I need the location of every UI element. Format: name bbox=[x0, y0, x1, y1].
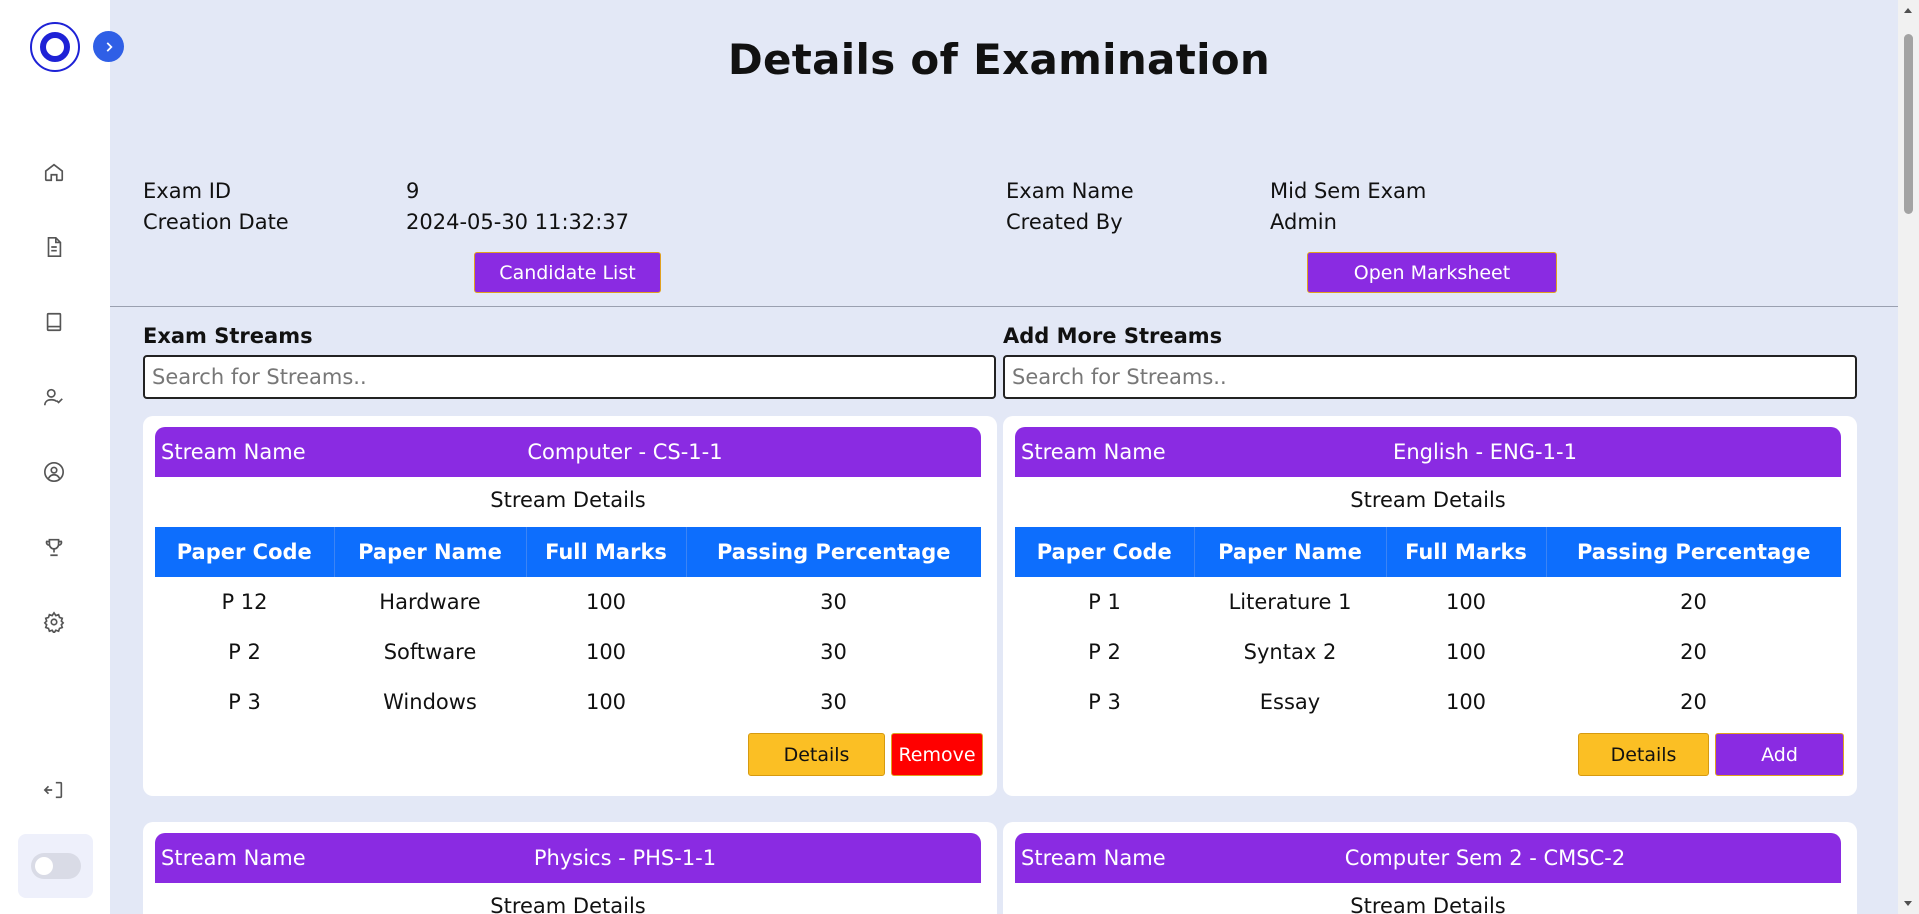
scroll-down-arrow[interactable] bbox=[1904, 901, 1912, 906]
cell: 100 bbox=[1445, 640, 1487, 664]
col-full-marks: Full Marks bbox=[526, 527, 687, 577]
col-paper-code: Paper Code bbox=[1015, 527, 1195, 577]
stream-header: Stream Name Computer Sem 2 - CMSC-2 bbox=[1015, 833, 1841, 883]
table-row: P 3 Windows 100 30 bbox=[155, 677, 981, 727]
details-button[interactable]: Details bbox=[748, 733, 885, 776]
cell: P 2 bbox=[1088, 640, 1121, 664]
theme-toggle[interactable] bbox=[30, 853, 81, 879]
cell: P 12 bbox=[221, 590, 268, 614]
main-content: Details of Examination Exam ID 9 Creatio… bbox=[110, 0, 1898, 914]
exam-name-label: Exam Name bbox=[1006, 179, 1134, 203]
add-streams-search-input[interactable]: Search for Streams.. bbox=[1003, 355, 1857, 399]
remove-button[interactable]: Remove bbox=[891, 733, 983, 776]
book-icon[interactable] bbox=[40, 308, 68, 336]
creation-date-value: 2024-05-30 11:32:37 bbox=[406, 210, 630, 234]
exam-streams-title: Exam Streams bbox=[143, 324, 313, 348]
cell: P 3 bbox=[1088, 690, 1121, 714]
chevron-right-icon bbox=[106, 41, 113, 52]
stream-details-title: Stream Details bbox=[1350, 488, 1506, 512]
home-icon[interactable] bbox=[40, 158, 68, 186]
sidebar bbox=[0, 0, 110, 914]
stream-name-value: Physics - PHS-1-1 bbox=[533, 846, 717, 870]
table-row: P 2 Software 100 30 bbox=[155, 627, 981, 677]
stream-header: Stream Name Computer - CS-1-1 bbox=[155, 427, 981, 477]
cell: 100 bbox=[585, 590, 627, 614]
cell: P 3 bbox=[228, 690, 261, 714]
papers-table: Paper Code Paper Name Full Marks Passing… bbox=[1015, 527, 1841, 727]
col-full-marks: Full Marks bbox=[1386, 527, 1547, 577]
exam-id-label: Exam ID bbox=[143, 179, 232, 203]
cell: 20 bbox=[1680, 590, 1707, 614]
logout-icon[interactable] bbox=[40, 776, 68, 804]
stream-name-label: Stream Name bbox=[161, 440, 306, 464]
stream-details-title: Stream Details bbox=[490, 488, 646, 512]
section-divider bbox=[110, 306, 1898, 307]
details-button[interactable]: Details bbox=[1578, 733, 1709, 776]
cell: 20 bbox=[1680, 690, 1707, 714]
cell: 100 bbox=[585, 640, 627, 664]
cell: 100 bbox=[585, 690, 627, 714]
col-paper-name: Paper Name bbox=[1194, 527, 1387, 577]
col-paper-code: Paper Code bbox=[155, 527, 335, 577]
add-button[interactable]: Add bbox=[1715, 733, 1844, 776]
table-row: P 12 Hardware 100 30 bbox=[155, 577, 981, 627]
exam-name-value: Mid Sem Exam bbox=[1270, 179, 1427, 203]
table-row: P 3 Essay 100 20 bbox=[1015, 677, 1841, 727]
cell: Syntax 2 bbox=[1243, 640, 1337, 664]
stream-details-title: Stream Details bbox=[490, 894, 646, 914]
cell: P 1 bbox=[1088, 590, 1121, 614]
stream-name-value: Computer - CS-1-1 bbox=[527, 440, 723, 464]
created-by-label: Created By bbox=[1006, 210, 1123, 234]
stream-details-title: Stream Details bbox=[1350, 894, 1506, 914]
cell: 30 bbox=[820, 640, 847, 664]
sidebar-expand-button[interactable] bbox=[93, 31, 124, 62]
stream-name-label: Stream Name bbox=[161, 846, 306, 870]
papers-table: Paper Code Paper Name Full Marks Passing… bbox=[155, 527, 981, 727]
vertical-scrollbar[interactable] bbox=[1898, 0, 1919, 914]
stream-name-label: Stream Name bbox=[1021, 846, 1166, 870]
scroll-thumb[interactable] bbox=[1904, 34, 1913, 214]
stream-header: Stream Name Physics - PHS-1-1 bbox=[155, 833, 981, 883]
stream-card-computer: Stream Name Computer - CS-1-1 Stream Det… bbox=[143, 416, 997, 796]
cell: 100 bbox=[1445, 690, 1487, 714]
app-logo bbox=[30, 22, 80, 72]
open-marksheet-button[interactable]: Open Marksheet bbox=[1307, 252, 1557, 293]
exam-streams-search-input[interactable]: Search for Streams.. bbox=[143, 355, 996, 399]
stream-name-label: Stream Name bbox=[1021, 440, 1166, 464]
stream-card-physics: Stream Name Physics - PHS-1-1 Stream Det… bbox=[143, 822, 997, 914]
cell: Software bbox=[383, 640, 477, 664]
document-icon[interactable] bbox=[40, 233, 68, 261]
cell: Essay bbox=[1259, 690, 1321, 714]
scroll-up-arrow[interactable] bbox=[1904, 8, 1912, 13]
stream-header: Stream Name English - ENG-1-1 bbox=[1015, 427, 1841, 477]
col-passing-percentage: Passing Percentage bbox=[1546, 527, 1841, 577]
gear-icon[interactable] bbox=[40, 608, 68, 636]
stream-name-value: Computer Sem 2 - CMSC-2 bbox=[1344, 846, 1626, 870]
cell: Hardware bbox=[379, 590, 481, 614]
cell: Literature 1 bbox=[1228, 590, 1352, 614]
candidate-list-button[interactable]: Candidate List bbox=[474, 252, 661, 293]
stream-card-english: Stream Name English - ENG-1-1 Stream Det… bbox=[1003, 416, 1857, 796]
cell: 100 bbox=[1445, 590, 1487, 614]
cell: Windows bbox=[383, 690, 477, 714]
cell: 30 bbox=[820, 590, 847, 614]
col-paper-name: Paper Name bbox=[334, 527, 527, 577]
exam-id-value: 9 bbox=[406, 179, 420, 203]
stream-name-value: English - ENG-1-1 bbox=[1393, 440, 1577, 464]
user-check-icon[interactable] bbox=[40, 383, 68, 411]
cell: 30 bbox=[820, 690, 847, 714]
cell: 20 bbox=[1680, 640, 1707, 664]
table-row: P 1 Literature 1 100 20 bbox=[1015, 577, 1841, 627]
table-row: P 2 Syntax 2 100 20 bbox=[1015, 627, 1841, 677]
stream-card-computer-sem2: Stream Name Computer Sem 2 - CMSC-2 Stre… bbox=[1003, 822, 1857, 914]
user-circle-icon[interactable] bbox=[40, 458, 68, 486]
cell: P 2 bbox=[228, 640, 261, 664]
created-by-value: Admin bbox=[1270, 210, 1337, 234]
theme-toggle-container bbox=[18, 834, 93, 898]
creation-date-label: Creation Date bbox=[143, 210, 289, 234]
add-more-streams-title: Add More Streams bbox=[1003, 324, 1223, 348]
col-passing-percentage: Passing Percentage bbox=[686, 527, 981, 577]
trophy-icon[interactable] bbox=[40, 533, 68, 561]
page-title: Details of Examination bbox=[727, 35, 1271, 84]
